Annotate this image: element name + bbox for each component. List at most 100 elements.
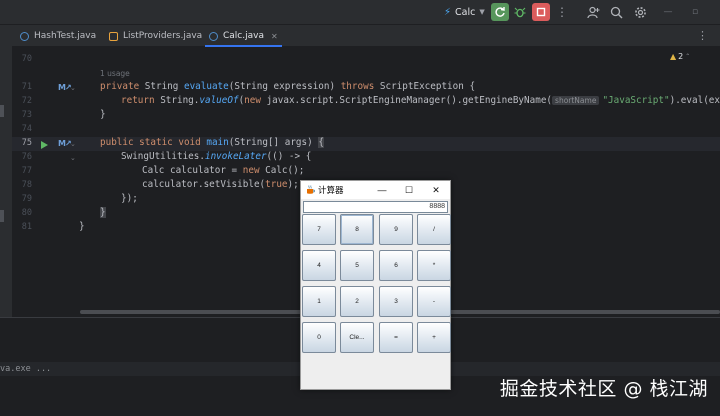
watermark: 掘金技术社区 @ 栈江湖: [499, 378, 708, 400]
more-icon[interactable]: ⋮: [697, 29, 708, 42]
rerun-icon: [495, 7, 505, 17]
tab-label: ListProviders.java: [123, 31, 203, 41]
close-icon: ✕: [432, 184, 440, 195]
minimize-icon: —: [377, 185, 387, 195]
left-tool-strip: [0, 25, 12, 317]
calc-button-5[interactable]: 5: [340, 250, 374, 281]
left-strip-marker[interactable]: [0, 105, 4, 117]
tab-label: HashTest.java: [34, 31, 97, 41]
java-class-icon: [20, 31, 29, 41]
calc-button-equals[interactable]: =: [379, 322, 413, 353]
debug-button[interactable]: [511, 3, 529, 21]
line-number: 70: [21, 54, 32, 64]
run-gutter-icon[interactable]: [41, 141, 48, 149]
minimize-button[interactable]: —: [375, 183, 389, 197]
line-number: 80: [21, 208, 32, 218]
java-file-icon: [109, 31, 118, 41]
calc-button-clear[interactable]: Cle...: [340, 322, 374, 353]
calc-button-1[interactable]: 1: [302, 286, 336, 317]
add-user-button[interactable]: [585, 4, 601, 20]
calculator-title-bar[interactable]: 计算器 — ☐ ✕: [301, 181, 450, 199]
calc-button-subtract[interactable]: -: [417, 286, 451, 317]
stop-icon: [536, 7, 546, 17]
tab-calc[interactable]: Calc.java ✕: [205, 25, 282, 47]
line-number: 81: [21, 222, 32, 232]
calc-button-9[interactable]: 9: [379, 214, 413, 245]
code-line-81: }: [79, 221, 85, 232]
tab-listproviders[interactable]: ListProviders.java: [109, 25, 202, 47]
calc-button-0[interactable]: 0: [302, 322, 336, 353]
stop-button[interactable]: [532, 3, 550, 21]
line-number: 75: [21, 138, 32, 148]
restore-icon: ▫: [691, 7, 699, 17]
calc-button-2[interactable]: 2: [340, 286, 374, 317]
run-configuration-selector[interactable]: ⚡ Calc ▼: [444, 5, 485, 19]
java-cup-icon: [307, 185, 315, 194]
calculator-display[interactable]: 8888: [303, 201, 448, 213]
code-line-77: Calc calculator = new Calc();: [142, 165, 305, 176]
warning-count: 2: [678, 52, 684, 61]
line-number: 73: [21, 110, 32, 120]
line-number: 77: [21, 166, 32, 176]
line-number: 78: [21, 180, 32, 190]
inspection-widget[interactable]: ▲ 2 ⌃: [670, 52, 690, 61]
more-actions-button[interactable]: ⋮: [553, 3, 571, 21]
editor-tab-bar: HashTest.java ListProviders.java Calc.ja…: [12, 25, 720, 47]
left-strip-marker[interactable]: [0, 210, 4, 222]
usage-hint[interactable]: 1 usage: [100, 69, 130, 78]
close-icon[interactable]: ✕: [271, 32, 278, 41]
debug-icon: [514, 7, 526, 18]
implementation-icon[interactable]: M↗: [58, 83, 72, 92]
line-number: 74: [21, 124, 32, 134]
tab-label: Calc.java: [223, 31, 264, 41]
chevron-down-icon: ▼: [479, 8, 485, 16]
maximize-button[interactable]: ☐: [402, 183, 416, 197]
run-config-label: Calc: [455, 6, 476, 18]
more-icon: ⋮: [556, 5, 568, 19]
calc-button-7[interactable]: 7: [302, 214, 336, 245]
fold-icon[interactable]: ⌄: [70, 84, 76, 92]
parameter-hint: shortName: [552, 96, 600, 105]
search-button[interactable]: [608, 4, 624, 20]
calc-button-3[interactable]: 3: [379, 286, 413, 317]
line-number: 76: [21, 152, 32, 162]
minimize-window-button[interactable]: —: [660, 4, 676, 20]
code-line-79: });: [121, 193, 138, 204]
calculator-window[interactable]: 计算器 — ☐ ✕ 8888 7 8 9 / 4 5 6 * 1 2 3 - 0…: [300, 180, 451, 390]
code-line-72: return String.valueOf(new javax.script.S…: [121, 95, 720, 106]
console-output: va.exe ...: [0, 364, 52, 374]
calc-button-6[interactable]: 6: [379, 250, 413, 281]
code-line-78: calculator.setVisible(true);: [142, 179, 299, 190]
code-line-76: SwingUtilities.invokeLater(() -> {: [121, 151, 312, 162]
calc-button-add[interactable]: +: [417, 322, 451, 353]
title-bar: ⚡ Calc ▼ ⋮ — ▫: [0, 0, 720, 24]
restore-window-button[interactable]: ▫: [687, 4, 703, 20]
fold-icon[interactable]: ⌄: [70, 140, 76, 148]
code-line-75: public static void main(String[] args) {: [100, 137, 324, 148]
implementation-icon[interactable]: M↗: [58, 139, 72, 148]
java-class-icon: [209, 31, 218, 41]
close-button[interactable]: ✕: [429, 183, 443, 197]
add-user-icon: [586, 6, 599, 18]
code-line-73: }: [100, 109, 106, 120]
settings-button[interactable]: [632, 4, 648, 20]
fold-icon[interactable]: ⌄: [70, 154, 76, 162]
chevron-up-icon: ⌃: [685, 53, 691, 60]
line-number: 72: [21, 96, 32, 106]
calc-button-4[interactable]: 4: [302, 250, 336, 281]
calculator-title: 计算器: [318, 185, 344, 195]
settings-icon: [634, 6, 646, 18]
rerun-button[interactable]: [491, 3, 509, 21]
code-line-71: private String evaluate(String expressio…: [100, 81, 476, 92]
warning-icon: ▲: [670, 52, 677, 61]
line-number: 79: [21, 194, 32, 204]
tab-hashtest[interactable]: HashTest.java: [20, 25, 96, 47]
minimize-icon: —: [663, 7, 673, 17]
calc-button-multiply[interactable]: *: [417, 250, 451, 281]
calc-button-divide[interactable]: /: [417, 214, 451, 245]
maximize-icon: ☐: [404, 184, 414, 195]
calc-button-8[interactable]: 8: [340, 214, 374, 245]
search-icon: [610, 6, 622, 18]
line-number: 71: [21, 82, 32, 92]
calculator-keypad: 7 8 9 / 4 5 6 * 1 2 3 - 0 Cle... = +: [302, 214, 451, 356]
